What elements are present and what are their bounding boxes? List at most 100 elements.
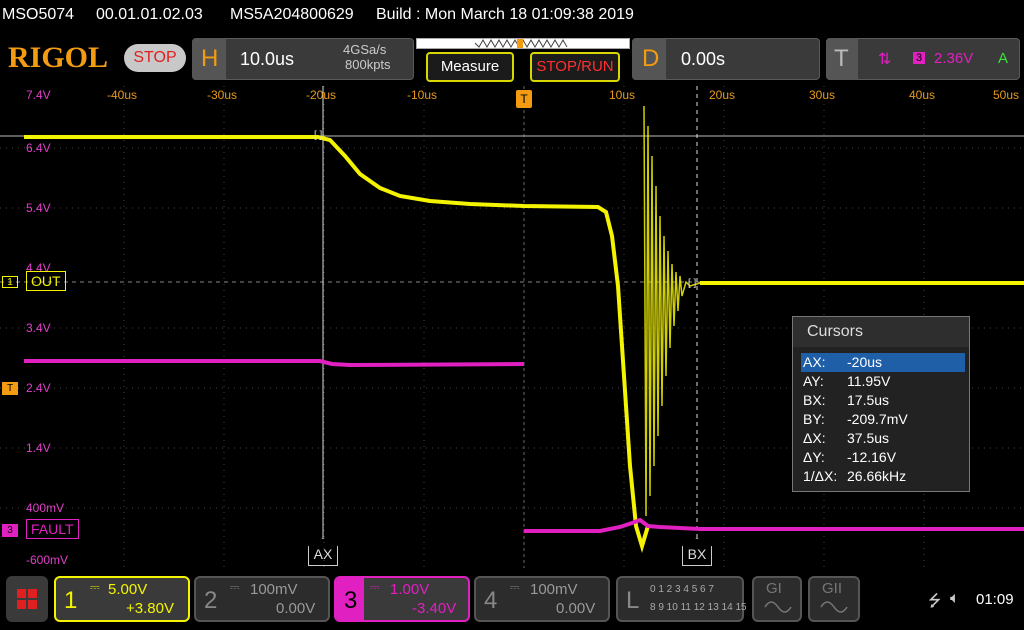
firmware-version: 00.01.01.02.03 (96, 6, 203, 23)
stop-run-button[interactable]: STOP/RUN (530, 52, 620, 82)
cursor-row-key: BX: (803, 392, 826, 408)
waveform-overview[interactable] (416, 38, 630, 49)
trigger-mode: A (998, 50, 1009, 67)
cursor-row-value: 11.95V (847, 373, 891, 389)
time-tick: -20us (306, 88, 337, 102)
memory-depth: 800kpts (345, 57, 391, 72)
cursor-row[interactable]: AX: -20us (801, 353, 965, 372)
trigger-source: 3 (913, 52, 925, 64)
measure-button[interactable]: Measure (426, 52, 514, 82)
channel3-offset: -3.40V (412, 600, 457, 617)
time-tick: 20us (709, 88, 736, 102)
trigger-level[interactable]: 2.36V (934, 50, 973, 67)
time-tick: -30us (207, 88, 238, 102)
channel1-label: OUT (26, 271, 66, 291)
usb-icon: ⭍ (928, 593, 942, 610)
trigger-level-marker[interactable]: T (2, 382, 18, 395)
channel4-offset: 0.00V (556, 600, 596, 617)
delay-letter: D (642, 45, 660, 72)
channel2-number: 2 (204, 587, 218, 614)
main-menu-button[interactable] (6, 576, 48, 622)
cursors-title: Cursors (807, 323, 864, 340)
voltage-tick: 7.4V (26, 88, 51, 102)
dc-coupling-icon: ⎓ (230, 580, 240, 594)
cursor-row-key: 1/ΔX: (803, 468, 838, 484)
logic-analyzer-box[interactable]: L 0 1 2 3 4 5 6 7 8 9 10 11 12 13 14 15 (616, 576, 747, 622)
cursors-panel[interactable]: Cursors AX: -20us AY: 11.95V BX: 17.5us BY:… (792, 316, 970, 492)
dc-coupling-icon: ⎓ (370, 580, 380, 594)
voltage-tick: -600mV (26, 553, 69, 567)
clock: 01:09 (976, 591, 1014, 608)
cursor-row-value: -209.7mV (847, 411, 908, 427)
generator1-label: GI (766, 580, 782, 597)
channel3-scale: 1.00V (390, 581, 430, 598)
trigger-position-marker[interactable]: T (516, 90, 532, 108)
channel1-number: 1 (64, 587, 78, 614)
generator2-button[interactable]: GII (808, 576, 860, 622)
sample-rate: 4GSa/s (343, 42, 387, 57)
run-state-button[interactable]: STOP (124, 44, 186, 72)
channel3-number: 3 (344, 587, 358, 614)
voltage-tick: 400mV (26, 501, 65, 515)
channel1-scale: 5.00V (108, 581, 148, 598)
channel2-offset: 0.00V (276, 600, 316, 617)
cursor-row[interactable]: BX: 17.5us (801, 391, 965, 410)
cursor-row-value: -12.16V (847, 449, 897, 465)
channel2-box[interactable]: 2 ⎓ 100mV 0.00V (194, 576, 330, 622)
cursor-row-value: 37.5us (847, 430, 890, 446)
overview-wave-icon (474, 39, 568, 48)
generator1-button[interactable]: GI (752, 576, 802, 622)
rigol-logo: RIGOL (8, 41, 109, 74)
speaker-mute-icon[interactable]: 🔈︎ (950, 590, 960, 608)
channel3-box[interactable]: 3 ⎓ 1.00V -3.40V (334, 576, 470, 622)
delay-value[interactable]: 0.00s (681, 49, 725, 70)
edge-both-icon: ⇅ (878, 51, 892, 68)
voltage-tick: 1.4V (26, 441, 51, 455)
cursor-row-key: BY: (803, 411, 825, 427)
cursor-b-marker: [ ] (688, 278, 697, 289)
model-name: MSO5074 (2, 6, 75, 23)
dc-coupling-icon: ⎓ (90, 580, 100, 594)
channel1-box[interactable]: 1 ⎓ 5.00V +3.80V (54, 576, 190, 622)
time-tick: 30us (809, 88, 836, 102)
serial-number: MS5A204800629 (230, 6, 354, 23)
cursor-row-value: 26.66kHz (847, 468, 907, 484)
cursor-row-key: ΔX: (803, 430, 826, 446)
cursor-row-key: ΔY: (803, 449, 825, 465)
channel4-number: 4 (484, 587, 498, 614)
cursor-row[interactable]: 1/ΔX: 26.66kHz (801, 467, 965, 486)
sine-wave-icon (820, 601, 848, 613)
voltage-tick: 6.4V (26, 141, 51, 155)
cursor-a-marker: [ ] (314, 130, 323, 141)
cursor-row[interactable]: BY: -209.7mV (801, 410, 965, 429)
logic-letter: L (626, 587, 640, 614)
cursor-row[interactable]: AY: 11.95V (801, 372, 965, 391)
channel4-box[interactable]: 4 ⎓ 100mV 0.00V (474, 576, 610, 622)
cursor-row[interactable]: ΔX: 37.5us (801, 429, 965, 448)
time-tick: 10us (609, 88, 636, 102)
logic-channels-row1: 0 1 2 3 4 5 6 7 (650, 584, 714, 595)
generator2-label: GII (822, 580, 843, 597)
channel1-marker[interactable]: 1 (2, 276, 18, 288)
build-info: Build : Mon March 18 01:09:38 2019 (376, 6, 634, 23)
cursor-row-key: AX: (803, 354, 826, 370)
sine-wave-icon (764, 601, 792, 613)
info-bar: MSO5074 00.01.01.02.03 MS5A204800629 Bui… (0, 0, 1024, 34)
dc-coupling-icon: ⎓ (510, 580, 520, 594)
channel3-marker[interactable]: 3 (2, 524, 18, 537)
voltage-tick: 5.4V (26, 201, 51, 215)
cursor-row-value: -20us (847, 354, 883, 370)
logic-channels-row2: 8 9 10 11 12 13 14 15 (650, 602, 747, 613)
voltage-tick: 2.4V (26, 381, 51, 395)
horizontal-letter: H (201, 45, 219, 72)
trigger-letter: T (834, 45, 849, 72)
time-tick: 50us (993, 88, 1020, 102)
channel4-scale: 100mV (530, 581, 578, 598)
channel3-label: FAULT (26, 519, 79, 539)
time-tick: -10us (407, 88, 438, 102)
channel2-scale: 100mV (250, 581, 298, 598)
timebase-value[interactable]: 10.0us (240, 49, 294, 70)
cursor-row[interactable]: ΔY: -12.16V (801, 448, 965, 467)
voltage-tick: 3.4V (26, 321, 51, 335)
channel1-offset: +3.80V (126, 600, 174, 617)
